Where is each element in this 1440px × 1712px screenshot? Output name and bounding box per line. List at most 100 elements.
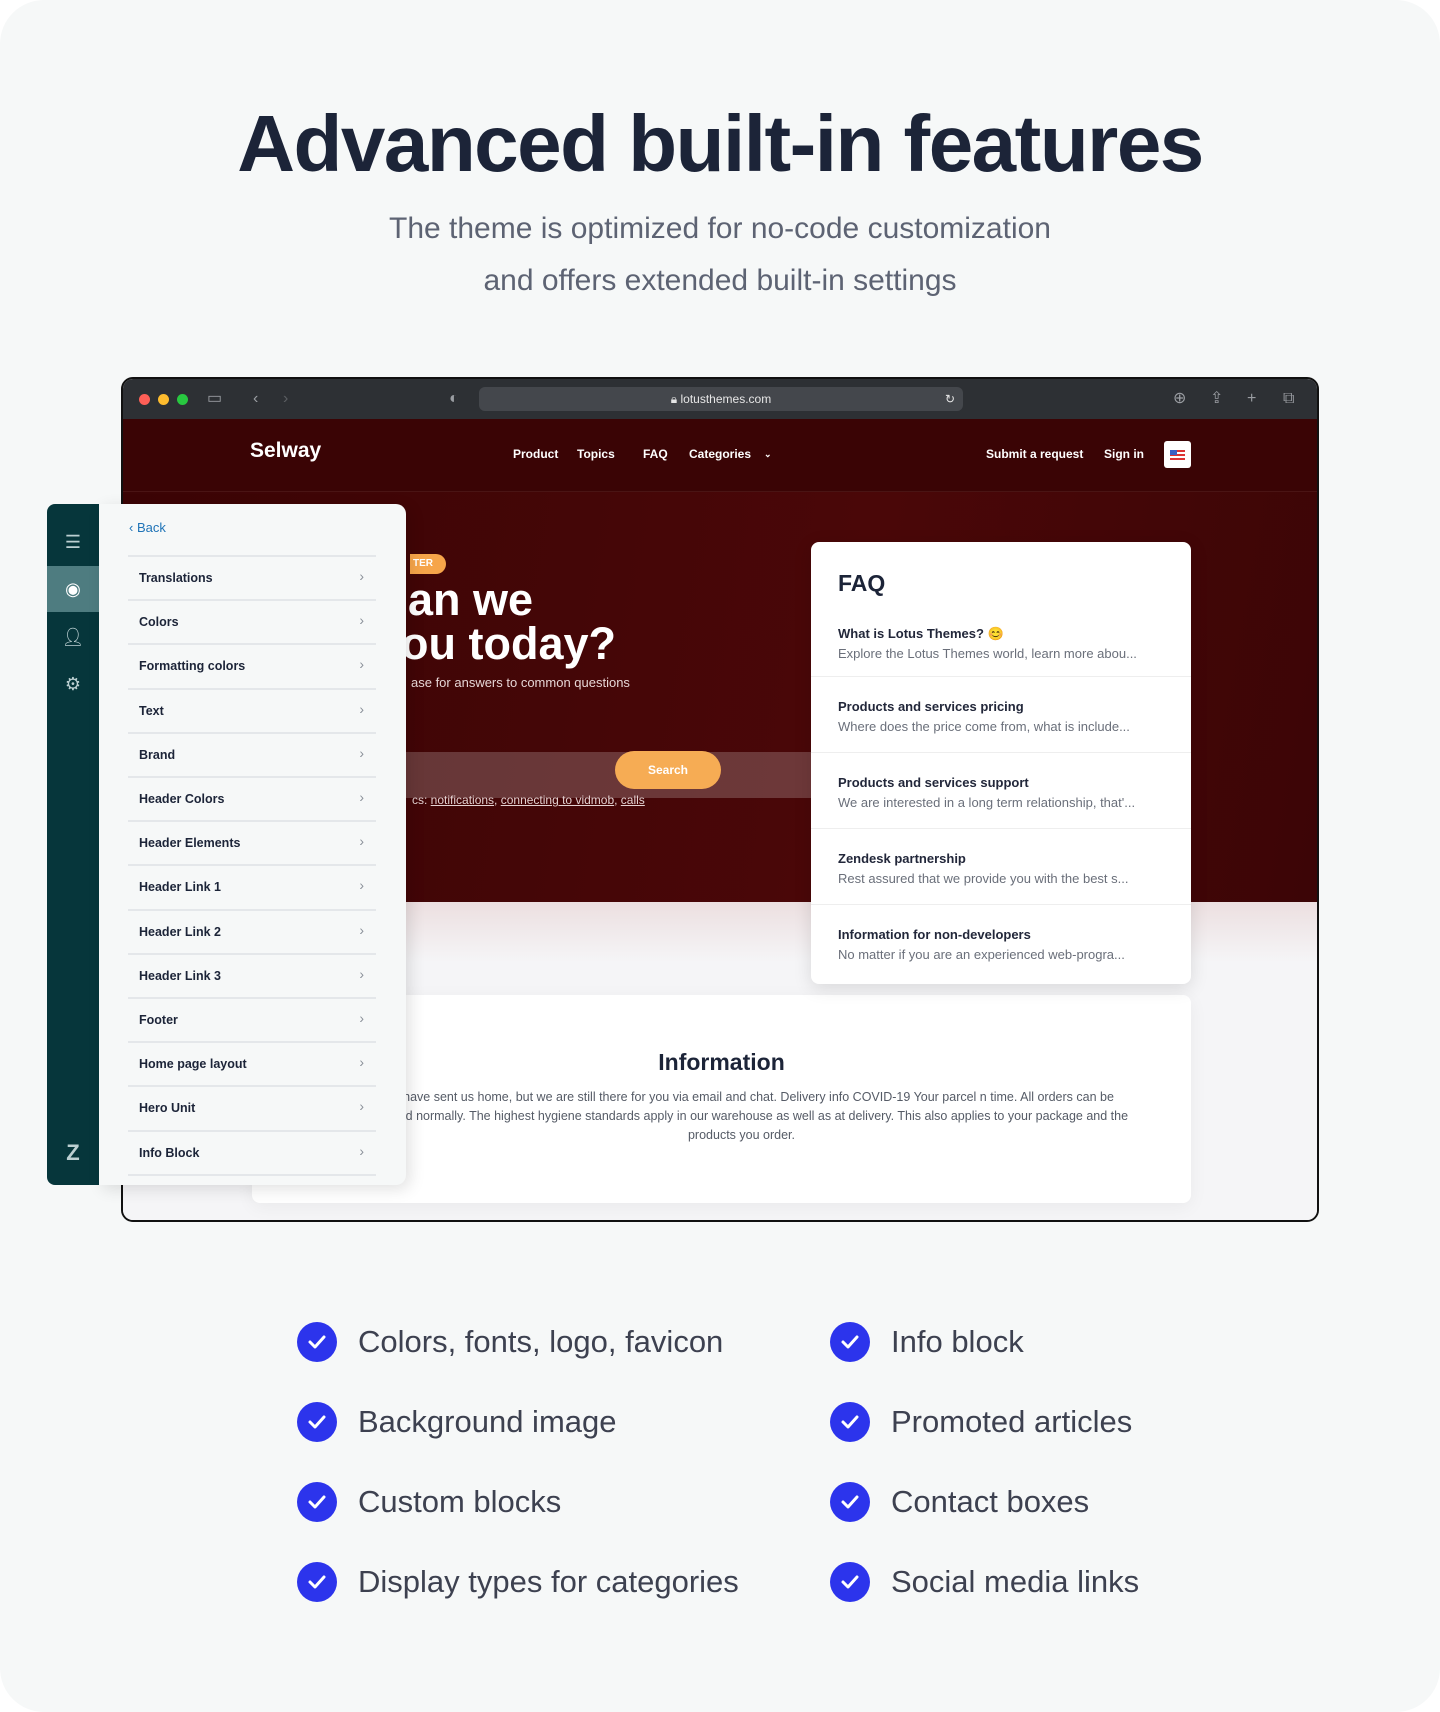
panel-item[interactable]: Home page layout › (128, 1041, 376, 1085)
settings-panel: ‹ Back Translations › Colors › Formatting co… (99, 504, 406, 1185)
chevron-right-icon: › (359, 833, 364, 850)
panel-item[interactable]: Hero Unit › (128, 1085, 376, 1129)
feature-item: Colors, fonts, logo, favicon (297, 1320, 723, 1364)
info-text: might have sent us home, but we are stil… (354, 1090, 1129, 1142)
new-tab-icon[interactable]: + (1247, 389, 1256, 409)
sidebar-toggle-icon[interactable]: ▭ (207, 389, 222, 409)
faq-answer: Where does the price come from, what is … (838, 719, 1130, 734)
shield-icon[interactable]: ◐ (449, 389, 459, 409)
panel-item[interactable]: Info Block › (128, 1129, 376, 1174)
editor-rail: ☰ ◉ 👤︎ ⚙ Z (47, 504, 99, 1185)
panel-item[interactable]: Header Link 3 › (128, 952, 376, 997)
back-button[interactable]: ‹ Back (129, 520, 166, 535)
hero-subtitle: ase for answers to common questions (411, 675, 630, 690)
page-title: Advanced built-in features (237, 99, 1204, 188)
hero-heading-line: ou today? (401, 618, 616, 669)
panel-item-label: Info Block (139, 1145, 200, 1160)
panel-item[interactable]: Footer › (128, 997, 376, 1041)
eye-icon[interactable]: ◉ (47, 566, 99, 612)
chevron-right-icon: › (359, 965, 364, 982)
feature-label: Colors, fonts, logo, favicon (358, 1324, 724, 1359)
gear-icon[interactable]: ⚙ (47, 661, 99, 707)
subtitle-line: The theme is optimized for no-code custo… (389, 212, 1051, 245)
panel-item-label: Home page layout (139, 1057, 247, 1072)
lock-icon: 🔒︎ (670, 392, 681, 406)
faq-question: Information for non-developers (838, 927, 1031, 942)
forward-arrow-icon[interactable]: › (283, 389, 288, 409)
panel-item[interactable]: Colors › (128, 599, 376, 643)
divider (128, 1173, 376, 1176)
nav-product[interactable]: Product (513, 447, 558, 461)
close-window-button[interactable] (139, 394, 150, 405)
chevron-right-icon: › (359, 568, 364, 584)
panel-item[interactable]: Translations › (128, 555, 376, 599)
back-arrow-icon[interactable]: ‹ (253, 389, 258, 409)
panel-item[interactable]: Header Link 2 › (128, 908, 376, 953)
faq-title: FAQ (838, 570, 886, 596)
tabs-overview-icon[interactable]: ⧉ (1283, 389, 1294, 409)
submit-request-link[interactable]: Submit a request (986, 447, 1083, 461)
nav-topics[interactable]: Topics (577, 447, 615, 461)
feature-label: Promoted articles (891, 1404, 1133, 1439)
hero-badge: TER (410, 554, 446, 574)
panel-item-label: Header Link 1 (139, 880, 221, 895)
chevron-right-icon: › (359, 612, 364, 629)
popular-link[interactable]: calls (621, 793, 645, 807)
nav-faq[interactable]: FAQ (643, 447, 668, 461)
chevron-right-icon: › (359, 1142, 364, 1159)
address-bar[interactable]: 🔒︎ lotusthemes.com ↻ (479, 387, 963, 411)
panel-item[interactable]: Text › (128, 687, 376, 732)
chevron-right-icon: › (359, 700, 364, 717)
faq-question: Zendesk partnership (838, 851, 966, 866)
nav-categories[interactable]: Categories (689, 447, 751, 461)
feature-label: Info block (891, 1324, 1024, 1359)
faq-question: Products and services support (838, 775, 1029, 790)
chevron-right-icon: › (359, 744, 364, 761)
zendesk-logo-icon[interactable]: Z (47, 1130, 99, 1176)
faq-question: What is Lotus Themes? 😊 (838, 626, 1004, 641)
chevron-right-icon: › (359, 789, 364, 805)
faq-answer: We are interested in a long term relatio… (838, 795, 1136, 810)
panel-item[interactable]: Brand › (128, 731, 376, 776)
site-logo[interactable]: Selway (250, 439, 321, 463)
user-lock-icon[interactable]: 👤︎ (47, 614, 99, 660)
faq-item[interactable]: Products and services support We are inte… (811, 752, 1191, 828)
minimize-window-button[interactable] (158, 394, 169, 405)
search-button[interactable]: Search (615, 751, 721, 789)
chevron-right-icon: › (359, 656, 364, 673)
feature-item: Display types for categories (297, 1560, 739, 1604)
popular-link[interactable]: notifications (431, 793, 494, 807)
check-circle-icon (830, 1562, 870, 1602)
panel-item-label: Footer (139, 1013, 178, 1027)
popular-link[interactable]: connecting to vidmob (501, 793, 614, 807)
reload-icon[interactable]: ↻ (945, 387, 955, 411)
feature-label: Social media links (891, 1564, 1140, 1599)
panel-item[interactable]: Formatting colors › (128, 643, 376, 687)
panel-item-label: Header Link 2 (139, 924, 221, 939)
share-icon[interactable]: ⇪ (1210, 389, 1223, 409)
faq-item[interactable]: Information for non-developers No matter … (811, 904, 1191, 980)
faq-card: FAQ What is Lotus Themes? 😊 Explore the L… (811, 542, 1191, 984)
panel-item[interactable]: Header Link 1 › (128, 864, 376, 908)
check-circle-icon (830, 1402, 870, 1442)
feature-item: Promoted articles (830, 1400, 1132, 1444)
us-flag-icon[interactable] (1164, 441, 1191, 468)
check-circle-icon (297, 1482, 337, 1522)
panel-item[interactable]: Header Colors › (128, 776, 376, 820)
chevron-right-icon: › (359, 921, 364, 938)
faq-answer: No matter if you are an experienced web-… (838, 947, 1125, 962)
search-input[interactable] (353, 752, 853, 798)
check-circle-icon (830, 1322, 870, 1362)
faq-answer: Rest assured that we provide you with th… (838, 871, 1129, 886)
faq-item[interactable]: What is Lotus Themes? 😊 Explore the Lotus… (811, 610, 1191, 686)
panel-item[interactable]: Header Elements › (128, 820, 376, 864)
list-icon[interactable]: ☰ (47, 519, 99, 565)
sign-in-link[interactable]: Sign in (1104, 447, 1144, 461)
faq-item[interactable]: Products and services pricing Where does … (811, 676, 1191, 752)
maximize-window-button[interactable] (177, 394, 188, 405)
download-icon[interactable]: ⊕ (1173, 389, 1186, 409)
feature-item: Contact boxes (830, 1480, 1089, 1524)
faq-item[interactable]: Zendesk partnership Rest assured that we … (811, 828, 1191, 904)
feature-item: Background image (297, 1400, 617, 1444)
popular-label: cs: (412, 793, 431, 807)
